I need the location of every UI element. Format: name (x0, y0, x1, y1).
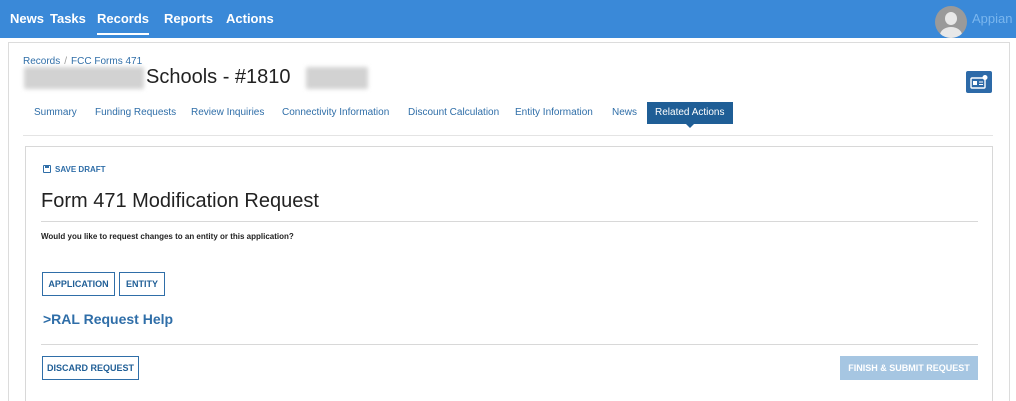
breadcrumb-records-link[interactable]: Records (23, 56, 60, 67)
save-draft-label: SAVE DRAFT (55, 165, 106, 174)
page-title: Schools - #1810 (146, 66, 291, 88)
nav-news[interactable]: News (10, 0, 44, 38)
tab-divider (23, 135, 993, 136)
application-button[interactable]: APPLICATION (42, 272, 115, 296)
title-divider (41, 221, 978, 222)
tab-review-inquiries[interactable]: Review Inquiries (191, 102, 264, 124)
floppy-disk-icon (43, 165, 51, 173)
nav-tasks[interactable]: Tasks (50, 0, 86, 38)
form-question: Would you like to request changes to an … (41, 232, 294, 241)
footer-divider (41, 344, 978, 345)
tab-discount-calculation[interactable]: Discount Calculation (408, 102, 499, 124)
form-title: Form 471 Modification Request (41, 190, 319, 212)
tab-connectivity-information[interactable]: Connectivity Information (282, 102, 389, 124)
redacted-name (24, 67, 144, 89)
id-card-icon (970, 75, 988, 89)
record-id-button[interactable] (966, 71, 992, 93)
discard-request-button[interactable]: DISCARD REQUEST (42, 356, 139, 380)
tab-funding-requests[interactable]: Funding Requests (95, 102, 176, 124)
tab-summary[interactable]: Summary (34, 102, 77, 124)
redacted-id (306, 67, 368, 89)
breadcrumb-current-link[interactable]: FCC Forms 471 (71, 56, 142, 67)
nav-reports[interactable]: Reports (164, 0, 213, 38)
tab-entity-information[interactable]: Entity Information (515, 102, 593, 124)
breadcrumb-separator: / (64, 56, 68, 67)
tab-related-actions[interactable]: Related Actions (647, 102, 733, 128)
breadcrumb: Records / FCC Forms 471 (23, 56, 142, 67)
nav-records[interactable]: Records (97, 0, 150, 38)
tab-news[interactable]: News (612, 102, 637, 124)
nav-actions[interactable]: Actions (226, 0, 274, 38)
user-avatar-icon[interactable] (935, 6, 967, 38)
save-draft-button[interactable]: SAVE DRAFT (43, 165, 106, 174)
top-nav-bar: News Tasks Records Reports Actions Appia… (0, 0, 1016, 38)
finish-submit-request-button[interactable]: FINISH & SUBMIT REQUEST (840, 356, 978, 380)
appian-logo: Appian (972, 11, 1013, 26)
ral-request-help-link[interactable]: >RAL Request Help (43, 311, 173, 327)
entity-button[interactable]: ENTITY (119, 272, 165, 296)
